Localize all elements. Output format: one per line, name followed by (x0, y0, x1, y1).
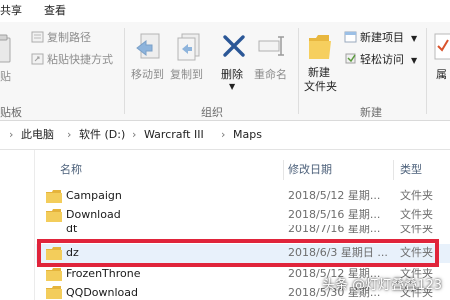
file-type: 文件夹 (400, 246, 433, 259)
ribbon-separator (298, 28, 299, 114)
ribbon-tab-strip: 共享 查看 (0, 0, 450, 23)
breadcrumb-drive-d[interactable]: 软件 (D:) (79, 128, 125, 142)
file-name: Campaign (66, 189, 122, 202)
properties-button[interactable]: 属 (436, 68, 447, 81)
breadcrumb-chevron-icon[interactable]: › (221, 128, 225, 142)
column-divider[interactable] (393, 160, 394, 180)
rename-button[interactable]: 重命名 (254, 68, 287, 81)
file-date: 2018/7/16 星期... (288, 225, 381, 235)
group-label-organize: 组织 (201, 106, 223, 119)
ribbon: 贴 复制路径 粘贴快捷方式 贴板 移动到 复制到 删除 ▼ 重命名 组织 新建 … (0, 22, 450, 121)
column-header-date[interactable]: 修改日期 (288, 163, 332, 177)
folder-icon (46, 209, 62, 222)
column-header-name[interactable]: 名称 (60, 163, 82, 177)
copy-to-button[interactable]: 复制到 (170, 68, 203, 81)
file-row-selected[interactable]: dz 2018/6/3 星期日 ... 文件夹 (36, 244, 450, 263)
file-date: 2018/5/16 星期... (288, 208, 381, 221)
folder-icon (46, 268, 62, 281)
breadcrumb-this-pc[interactable]: 此电脑 (21, 128, 54, 142)
address-bar[interactable]: › 此电脑 › 软件 (D:) › Warcraft III › Maps (0, 121, 450, 150)
folder-icon (46, 190, 62, 203)
file-row[interactable]: Download 2018/5/16 星期... 文件夹 (36, 206, 450, 225)
breadcrumb-chevron-icon[interactable]: › (67, 128, 71, 142)
file-row[interactable]: Campaign 2018/5/12 星期... 文件夹 (36, 187, 450, 206)
file-name: QQDownload (66, 286, 138, 299)
new-folder-button-line1[interactable]: 新建 (308, 66, 330, 79)
breadcrumb-warcraft-iii[interactable]: Warcraft III (144, 128, 204, 142)
ribbon-separator (426, 28, 427, 114)
new-item-button[interactable]: 新建项目 (360, 31, 404, 44)
paste-shortcut-icon (31, 53, 44, 65)
file-row[interactable]: dt 2018/7/16 星期... 文件夹 (36, 225, 450, 237)
file-name: Download (66, 208, 121, 221)
new-folder-button-line2[interactable]: 文件夹 (304, 80, 337, 93)
file-name: FrozenThrone (66, 268, 141, 280)
copy-path-icon (31, 31, 44, 43)
new-item-dropdown-chevron-icon[interactable]: ▼ (411, 32, 417, 45)
column-header-type[interactable]: 类型 (400, 163, 422, 177)
navigation-pane[interactable] (0, 150, 35, 300)
rename-icon (258, 36, 284, 56)
copy-to-icon (177, 33, 200, 61)
file-type: 文件夹 (400, 189, 433, 202)
folder-icon (46, 286, 62, 299)
breadcrumb-chevron-icon[interactable]: › (132, 128, 136, 142)
folder-icon (46, 247, 62, 260)
move-to-icon (136, 33, 160, 59)
tab-share[interactable]: 共享 (0, 4, 22, 18)
easy-access-icon (345, 53, 356, 64)
delete-icon (223, 35, 245, 57)
properties-icon (434, 33, 450, 60)
column-divider[interactable] (283, 160, 284, 180)
file-date: 2018/5/12 星期... (288, 189, 381, 202)
move-to-button[interactable]: 移动到 (131, 68, 164, 81)
file-list: 名称 修改日期 类型 Campaign 2018/5/12 星期... 文件夹 … (0, 150, 450, 300)
group-label-new: 新建 (360, 106, 382, 119)
paste-button-label[interactable]: 贴 (0, 70, 11, 83)
breadcrumb-chevron-icon[interactable]: › (9, 128, 13, 142)
group-label-clipboard: 贴板 (0, 106, 22, 119)
copy-path-button[interactable]: 复制路径 (47, 31, 91, 44)
new-folder-icon (309, 35, 331, 59)
easy-access-button[interactable]: 轻松访问 (360, 53, 404, 66)
breadcrumb-maps[interactable]: Maps (233, 128, 262, 142)
file-name: dz (66, 246, 79, 259)
file-type: 文件夹 (400, 208, 433, 221)
file-type: 文件夹 (400, 225, 433, 235)
paste-icon[interactable] (0, 34, 12, 64)
file-name: dt (66, 225, 78, 235)
watermark: 头条 @灯灯叠叠123 (322, 278, 442, 293)
delete-dropdown-chevron-icon[interactable]: ▼ (229, 80, 235, 93)
new-item-icon (344, 31, 357, 43)
paste-shortcut-button[interactable]: 粘贴快捷方式 (47, 53, 113, 66)
tab-view[interactable]: 查看 (44, 4, 66, 18)
easy-access-dropdown-chevron-icon[interactable]: ▼ (411, 54, 417, 67)
ribbon-separator (124, 28, 125, 114)
file-date: 2018/6/3 星期日 ... (288, 246, 388, 259)
